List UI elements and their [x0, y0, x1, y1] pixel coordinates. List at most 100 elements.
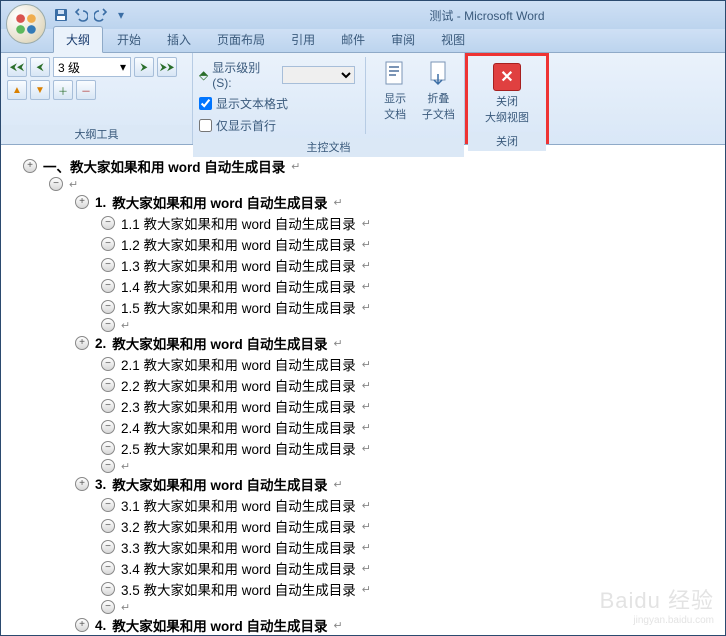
group-master-document: ⬘ 显示级别(S): 显示文本格式 仅显示首行 显示 文档 折叠 子文档 主控文…: [193, 53, 465, 144]
heading-2-text[interactable]: 教大家如果和用 word 自动生成目录: [112, 615, 327, 635]
expand-bullet[interactable]: [75, 618, 89, 632]
show-document-icon: [381, 60, 409, 88]
undo-icon[interactable]: [73, 7, 89, 23]
first-line-only-checkbox[interactable]: 仅显示首行: [199, 117, 355, 134]
redo-icon[interactable]: [93, 7, 109, 23]
show-level-icon: ⬘: [199, 68, 208, 82]
tab-view[interactable]: 视图: [429, 27, 477, 52]
window-title: 测试 - Microsoft Word: [249, 7, 725, 24]
expand-icon[interactable]: ＋: [53, 80, 73, 100]
heading-3-text[interactable]: 2.4 教大家如果和用 word 自动生成目录: [121, 417, 356, 437]
collapse-subdocs-icon: [424, 60, 452, 88]
qat-customize-icon[interactable]: ▾: [113, 7, 129, 23]
heading-3-text[interactable]: 3.3 教大家如果和用 word 自动生成目录: [121, 537, 356, 557]
heading-3-text[interactable]: 2.2 教大家如果和用 word 自动生成目录: [121, 375, 356, 395]
group-outline-tools: ⮜⮜ ⮜ 3 级▾ ⮞ ⮞⮞ ▲ ▼ ＋ － 大纲工具: [1, 53, 193, 144]
heading-3-text[interactable]: 3.5 教大家如果和用 word 自动生成目录: [121, 579, 356, 599]
tab-references[interactable]: 引用: [279, 27, 327, 52]
paragraph-mark-icon: ↵: [362, 499, 371, 512]
paragraph-mark-icon: ↵: [334, 337, 343, 350]
save-icon[interactable]: [53, 7, 69, 23]
collapse-bullet[interactable]: [101, 357, 115, 371]
tab-review[interactable]: 审阅: [379, 27, 427, 52]
heading-2-num[interactable]: 4.: [95, 618, 106, 633]
heading-2-num[interactable]: 3.: [95, 477, 106, 492]
show-document-label: 显示 文档: [384, 90, 406, 122]
tab-layout[interactable]: 页面布局: [205, 27, 277, 52]
promote-icon[interactable]: ⮜: [30, 57, 50, 77]
collapse-bullet[interactable]: [101, 519, 115, 533]
collapse-subdocs-button[interactable]: 折叠 子文档: [419, 57, 458, 125]
expand-bullet[interactable]: [75, 477, 89, 491]
collapse-bullet[interactable]: [101, 318, 115, 332]
heading-3-text[interactable]: 1.4 教大家如果和用 word 自动生成目录: [121, 276, 356, 296]
heading-3-text[interactable]: 1.1 教大家如果和用 word 自动生成目录: [121, 213, 356, 233]
heading-2-num[interactable]: 2.: [95, 336, 106, 351]
collapse-bullet[interactable]: [101, 279, 115, 293]
heading-2-num[interactable]: 1.: [95, 195, 106, 210]
outline-level-select[interactable]: 3 级▾: [53, 57, 131, 77]
paragraph-mark-icon: ↵: [291, 160, 300, 173]
collapse-bullet[interactable]: [101, 561, 115, 575]
expand-bullet[interactable]: [75, 195, 89, 209]
heading-3-text[interactable]: 1.2 教大家如果和用 word 自动生成目录: [121, 234, 356, 254]
heading-3-text[interactable]: 1.5 教大家如果和用 word 自动生成目录: [121, 297, 356, 317]
ribbon: ⮜⮜ ⮜ 3 级▾ ⮞ ⮞⮞ ▲ ▼ ＋ － 大纲工具 ⬘: [1, 53, 725, 145]
paragraph-mark-icon: ↵: [362, 520, 371, 533]
tab-outline[interactable]: 大纲: [53, 26, 103, 53]
promote-to-h1-icon[interactable]: ⮜⮜: [7, 57, 27, 77]
collapse-bullet[interactable]: [49, 177, 63, 191]
collapse-bullet[interactable]: [101, 441, 115, 455]
tab-home[interactable]: 开始: [105, 27, 153, 52]
collapse-bullet[interactable]: [101, 582, 115, 596]
heading-2-text[interactable]: 教大家如果和用 word 自动生成目录: [112, 474, 327, 494]
office-button[interactable]: [6, 4, 46, 44]
paragraph-mark-icon: ↵: [121, 460, 130, 473]
paragraph-mark-icon: ↵: [362, 400, 371, 413]
collapse-bullet[interactable]: [101, 600, 115, 614]
show-formatting-checkbox[interactable]: 显示文本格式: [199, 95, 355, 112]
heading-3-text[interactable]: 3.4 教大家如果和用 word 自动生成目录: [121, 558, 356, 578]
move-up-icon[interactable]: ▲: [7, 80, 27, 100]
heading-3-text[interactable]: 1.3 教大家如果和用 word 自动生成目录: [121, 255, 356, 275]
paragraph-mark-icon: ↵: [362, 421, 371, 434]
heading-3-text[interactable]: 2.5 教大家如果和用 word 自动生成目录: [121, 438, 356, 458]
demote-to-body-icon[interactable]: ⮞⮞: [157, 57, 177, 77]
move-down-icon[interactable]: ▼: [30, 80, 50, 100]
collapse-bullet[interactable]: [101, 237, 115, 251]
quick-access-toolbar: ▾: [53, 7, 129, 23]
collapse-bullet[interactable]: [101, 216, 115, 230]
group-close: ✕ 关闭 大纲视图 关闭: [465, 53, 549, 144]
show-document-button[interactable]: 显示 文档: [375, 57, 414, 125]
show-level-select[interactable]: [282, 66, 354, 84]
tab-mailings[interactable]: 邮件: [329, 27, 377, 52]
paragraph-mark-icon: ↵: [362, 541, 371, 554]
expand-bullet[interactable]: [23, 159, 37, 173]
collapse-bullet[interactable]: [101, 420, 115, 434]
collapse-bullet[interactable]: [101, 258, 115, 272]
heading-3-text[interactable]: 3.1 教大家如果和用 word 自动生成目录: [121, 495, 356, 515]
collapse-bullet[interactable]: [101, 300, 115, 314]
heading-2-text[interactable]: 教大家如果和用 word 自动生成目录: [112, 192, 327, 212]
heading-1[interactable]: 一、教大家如果和用 word 自动生成目录: [43, 156, 285, 176]
collapse-bullet[interactable]: [101, 378, 115, 392]
heading-3-text[interactable]: 2.3 教大家如果和用 word 自动生成目录: [121, 396, 356, 416]
show-level-label: 显示级别(S):: [212, 59, 278, 90]
heading-3-text[interactable]: 3.2 教大家如果和用 word 自动生成目录: [121, 516, 356, 536]
heading-2-text[interactable]: 教大家如果和用 word 自动生成目录: [112, 333, 327, 353]
collapse-icon[interactable]: －: [76, 80, 96, 100]
collapse-bullet[interactable]: [101, 399, 115, 413]
heading-3-text[interactable]: 2.1 教大家如果和用 word 自动生成目录: [121, 354, 356, 374]
demote-icon[interactable]: ⮞: [134, 57, 154, 77]
tab-insert[interactable]: 插入: [155, 27, 203, 52]
collapse-bullet[interactable]: [101, 498, 115, 512]
group-label-outline: 大纲工具: [1, 125, 192, 144]
close-outline-button[interactable]: ✕ 关闭 大纲视图: [474, 60, 540, 128]
expand-bullet[interactable]: [75, 336, 89, 350]
collapse-bullet[interactable]: [101, 540, 115, 554]
paragraph-mark-icon: ↵: [362, 379, 371, 392]
paragraph-mark-icon: ↵: [334, 478, 343, 491]
collapse-bullet[interactable]: [101, 459, 115, 473]
paragraph-mark-icon: ↵: [362, 358, 371, 371]
document-outline[interactable]: 一、教大家如果和用 word 自动生成目录 ↵ ↵ 1. 教大家如果和用 word…: [1, 145, 725, 635]
